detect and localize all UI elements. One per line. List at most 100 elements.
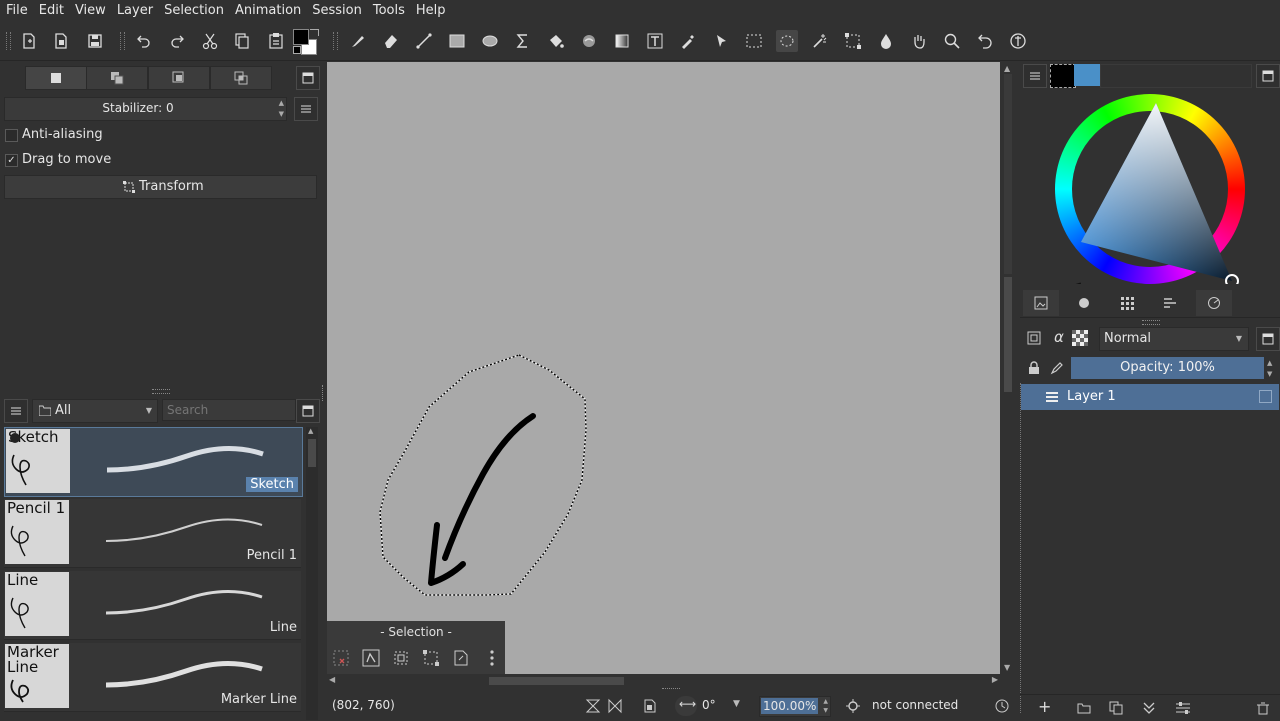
cut-icon[interactable] (199, 30, 221, 52)
mirror-vertical-icon[interactable] (585, 698, 601, 714)
splitter-handle[interactable] (1020, 383, 1022, 713)
tab-palette[interactable] (1109, 290, 1145, 316)
mirror-horizontal-icon[interactable] (607, 698, 623, 714)
menu-edit[interactable]: Edit (34, 0, 69, 22)
anti-aliasing-checkbox[interactable] (5, 129, 18, 142)
stabilizer-menu-icon[interactable] (294, 97, 318, 121)
sigma-icon[interactable] (512, 30, 534, 52)
float-docker-button[interactable] (1256, 327, 1280, 351)
stabilizer-spinbox[interactable]: Stabilizer: 0 ▲ ▼ (4, 97, 287, 121)
layer-properties-button-icon[interactable] (1175, 701, 1191, 715)
float-docker-button[interactable] (296, 66, 320, 90)
text-icon[interactable] (644, 30, 666, 52)
canvas-size-icon[interactable] (642, 698, 658, 714)
new-document-icon[interactable] (18, 30, 40, 52)
presets-menu-icon[interactable] (4, 399, 28, 423)
alpha-lock-icon[interactable]: α (1049, 328, 1069, 348)
color-selector-menu-icon[interactable] (1023, 64, 1047, 88)
menu-tools[interactable]: Tools (368, 0, 410, 22)
tab-advanced-color[interactable] (1196, 290, 1232, 316)
tab-tool-options[interactable] (1152, 290, 1188, 316)
zoom-spinbox[interactable]: 100.00% ▲ ▼ (759, 696, 831, 717)
preset-tag-filter[interactable]: All ▼ (32, 399, 158, 423)
rotation-dial[interactable]: ⟷ (675, 696, 697, 716)
preset-item-marker-line[interactable]: Marker Line Marker Line (4, 643, 301, 712)
recent-color-swatch[interactable] (1074, 64, 1100, 86)
rect-select-icon[interactable] (743, 30, 765, 52)
copy-icon[interactable] (231, 30, 253, 52)
more-options-icon[interactable] (483, 649, 501, 667)
current-color-swatch[interactable] (1050, 64, 1076, 88)
copy-selection-icon[interactable] (452, 649, 470, 667)
pen-icon[interactable] (1047, 358, 1067, 378)
spin-arrows-icon[interactable]: ▲ ▼ (279, 98, 284, 120)
selection-mode-intersect[interactable] (210, 66, 272, 90)
crop-to-selection-icon[interactable] (392, 649, 410, 667)
line-icon[interactable] (413, 30, 435, 52)
history-icon[interactable] (994, 698, 1010, 714)
preset-scrollbar[interactable]: ▲ (306, 427, 318, 720)
duplicate-layer-icon[interactable] (1109, 701, 1123, 715)
zoom-settings-icon[interactable] (845, 698, 861, 714)
merge-down-icon[interactable] (1142, 701, 1156, 715)
zoom-icon[interactable] (941, 30, 963, 52)
open-template-icon[interactable] (50, 30, 72, 52)
redo-icon[interactable] (166, 30, 188, 52)
transform-icon[interactable] (842, 30, 864, 52)
select-all-icon[interactable] (332, 649, 350, 667)
freehand-brush-icon[interactable] (347, 30, 369, 52)
color-history-bar[interactable] (1100, 64, 1252, 88)
magic-wand-icon[interactable] (809, 30, 831, 52)
select-shapes-icon[interactable] (710, 30, 732, 52)
menu-session[interactable]: Session (307, 0, 367, 22)
canvas[interactable] (327, 62, 1000, 674)
preset-item-sketch[interactable]: Sketch Sketch (4, 427, 303, 497)
selection-mode-subtract[interactable] (148, 66, 210, 90)
ellipse-icon[interactable] (479, 30, 501, 52)
lasso-select-icon[interactable] (776, 30, 798, 52)
splitter-handle[interactable] (1142, 320, 1160, 325)
menu-help[interactable]: Help (411, 0, 451, 22)
menu-view[interactable]: View (70, 0, 111, 22)
menu-file[interactable]: File (1, 0, 33, 22)
opacity-spin-arrows[interactable]: ▲ ▼ (1267, 358, 1272, 380)
tab-brush[interactable] (1066, 290, 1102, 316)
preset-search-input[interactable] (162, 399, 296, 421)
save-icon[interactable] (84, 30, 106, 52)
lock-icon[interactable] (1024, 358, 1044, 378)
menu-animation[interactable]: Animation (230, 0, 306, 22)
canvas-horizontal-scrollbar[interactable]: ◀ ▶ (327, 674, 1000, 688)
menu-selection[interactable]: Selection (159, 0, 229, 22)
rotation-dropdown-icon[interactable]: ▼ (733, 699, 740, 709)
layer-visibility-checkbox[interactable] (1259, 390, 1272, 403)
gradient-icon[interactable] (611, 30, 633, 52)
layer-properties-icon[interactable] (1024, 328, 1044, 348)
reset-rotation-icon[interactable] (974, 30, 996, 52)
splitter-handle[interactable] (152, 389, 170, 394)
smudge-icon[interactable] (578, 30, 600, 52)
add-layer-icon[interactable]: + (1038, 697, 1051, 716)
preset-item-pencil-1[interactable]: Pencil 1 Pencil 1 (4, 499, 301, 568)
drag-to-move-checkbox[interactable]: ✓ (5, 154, 18, 167)
float-docker-button[interactable] (296, 399, 320, 423)
transform-button[interactable]: Transform (4, 175, 317, 199)
preset-item-line[interactable]: Line Line (4, 571, 301, 640)
rectangle-icon[interactable] (446, 30, 468, 52)
pan-icon[interactable] (908, 30, 930, 52)
tab-layers-image[interactable] (1023, 290, 1059, 316)
invert-selection-icon[interactable] (362, 649, 380, 667)
selection-mode-replace[interactable] (25, 66, 87, 90)
blend-mode-select[interactable]: Normal ▼ (1099, 327, 1249, 351)
inherit-alpha-icon[interactable] (1072, 330, 1088, 346)
paste-icon[interactable] (265, 30, 287, 52)
smart-patch-icon[interactable] (875, 30, 897, 52)
layer-row[interactable]: Layer 1 (1021, 384, 1279, 410)
selection-mode-add[interactable] (86, 66, 148, 90)
eraser-icon[interactable] (380, 30, 402, 52)
color-picker-icon[interactable] (677, 30, 699, 52)
color-triangle[interactable] (1055, 94, 1245, 284)
opacity-slider[interactable]: Opacity: 100% (1071, 357, 1264, 379)
transform-selection-icon[interactable] (422, 649, 440, 667)
fill-icon[interactable] (545, 30, 567, 52)
undo-icon[interactable] (133, 30, 155, 52)
